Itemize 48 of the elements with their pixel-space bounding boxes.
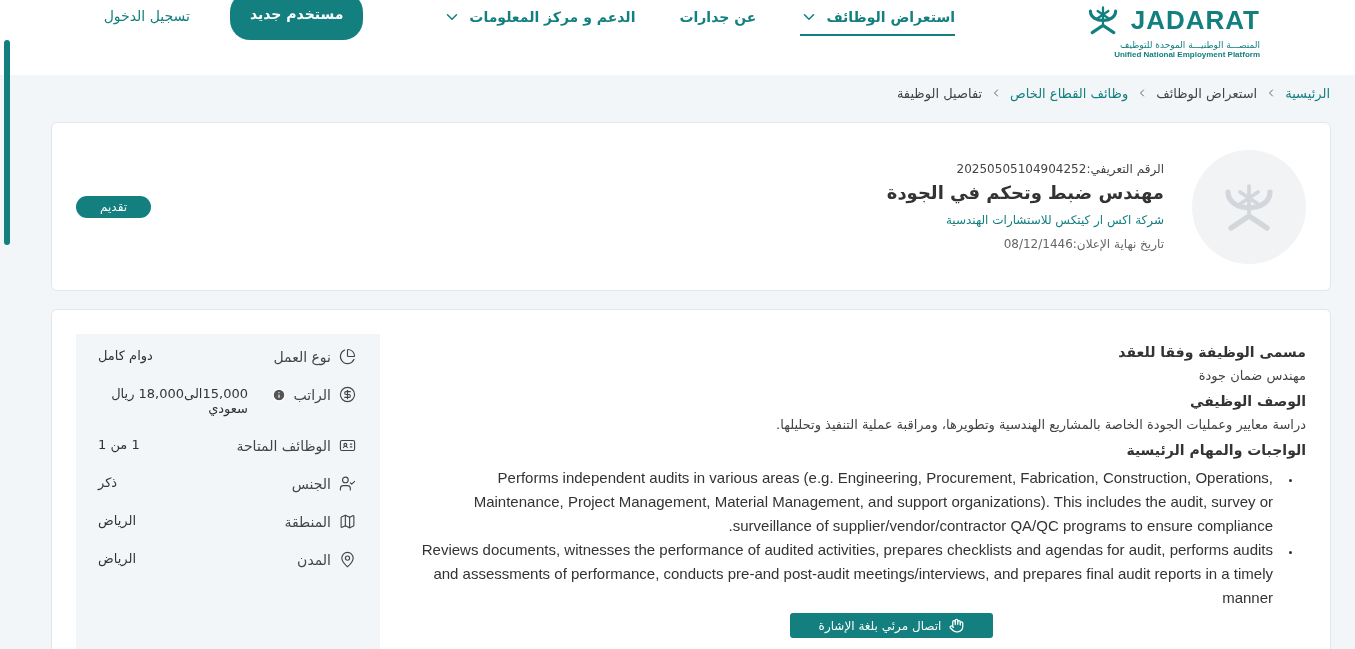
logo-subtitle: المنصـــة الوطنيـــة الموحدة للتوظيف (1120, 40, 1260, 50)
map-icon (339, 513, 356, 530)
sign-language-button[interactable]: اتصال مرئي بلغة الإشارة (790, 613, 993, 638)
summary-value: 15,000الى18,000 ريال سعودي (110, 386, 248, 416)
bullet-icon (1289, 479, 1292, 482)
summary-label: المدن (297, 551, 331, 568)
section-heading: الواجبات والمهام الرئيسية (1125, 442, 1306, 458)
info-icon[interactable] (271, 387, 286, 402)
user-check-icon (339, 475, 356, 492)
map-pin-icon (339, 551, 356, 568)
deadline-text: تاريخ نهاية الإعلان:08/12/1446 (1002, 237, 1164, 251)
apply-button[interactable]: تقديم (76, 195, 152, 218)
summary-label: الوظائف المتاحة (236, 437, 331, 454)
section-text: مهندس ضمان جودة (1197, 368, 1306, 383)
login-link[interactable]: تسجيل الدخول (103, 0, 190, 24)
hand-icon (949, 618, 965, 633)
summary-value: دوام كامل (98, 348, 153, 363)
nav-tab[interactable]: الدعم و مركز المعلومات (443, 6, 636, 36)
summary-value: الرياض (98, 513, 137, 528)
summary-label: نوع العمل (273, 348, 331, 365)
logo-wordmark: JADARAT (1130, 4, 1260, 36)
nav-tab[interactable]: استعراض الوظائف (800, 6, 955, 36)
breadcrumb-item[interactable]: الرئيسية (1285, 85, 1330, 101)
section-heading: الوصف الوظيفي (1189, 393, 1306, 409)
breadcrumb-item[interactable]: استعراض الوظائف (1156, 85, 1258, 101)
summary-value: 1 من 1 (98, 437, 140, 452)
register-button[interactable]: مستخدم جديد (229, 0, 364, 40)
duty-text: Reviews documents, witnesses the performance of audited activities, prepares checklists and agendas for audit, performs audits and assessments of performance, conducts pre-and post-audit meetings/interviews, and prepares final audit reports in a timely manner (420, 540, 1273, 608)
job-reference: الرقم التعريفي:20250505104904252 (955, 162, 1164, 176)
section-text: دراسة معايير وعمليات الجودة الخاصة بالمشاريع الهندسية وتطويرها، ومراقبة عملية التنفيذ وتحليلها. (775, 417, 1306, 432)
summary-label: المنطقة (284, 513, 331, 530)
logo-subtitle: Unified National Employment Platform (1114, 50, 1260, 59)
summary-value: ذكر (98, 475, 118, 490)
section-heading: مسمى الوظيفة وفقا للعقد (1117, 344, 1306, 360)
job-title: مهندس ضبط وتحكم في الجودة (885, 182, 1164, 203)
bullet-icon (1289, 551, 1292, 554)
nav-tab[interactable]: عن جدارات (679, 6, 757, 36)
company-link[interactable]: شركة اكس ار كيتكس للاستشارات الهندسية (179, 213, 1164, 227)
scrollbar-thumb[interactable] (4, 40, 10, 245)
duty-text: Performs independent audits in various areas (e.g. Engineering, Procurement, Fabrication, Construction, Operations, Maintenance, Project Management, Material Management, and support organizations). This includes the audit, survey or surveillance of supplier/vendor/contractor QA/QC programs to ensure compliance. (472, 468, 1273, 536)
coin-icon (339, 386, 356, 403)
pie-chart-icon (339, 348, 356, 365)
current-page-label: تفاصيل الوظيفة (896, 85, 983, 101)
summary-value: الرياض (98, 551, 137, 566)
breadcrumb-item[interactable]: وظائف القطاع الخاص (1010, 85, 1129, 101)
summary-label: الجنس (291, 475, 331, 492)
id-card-icon (339, 437, 356, 454)
summary-label: الراتب (293, 386, 331, 403)
